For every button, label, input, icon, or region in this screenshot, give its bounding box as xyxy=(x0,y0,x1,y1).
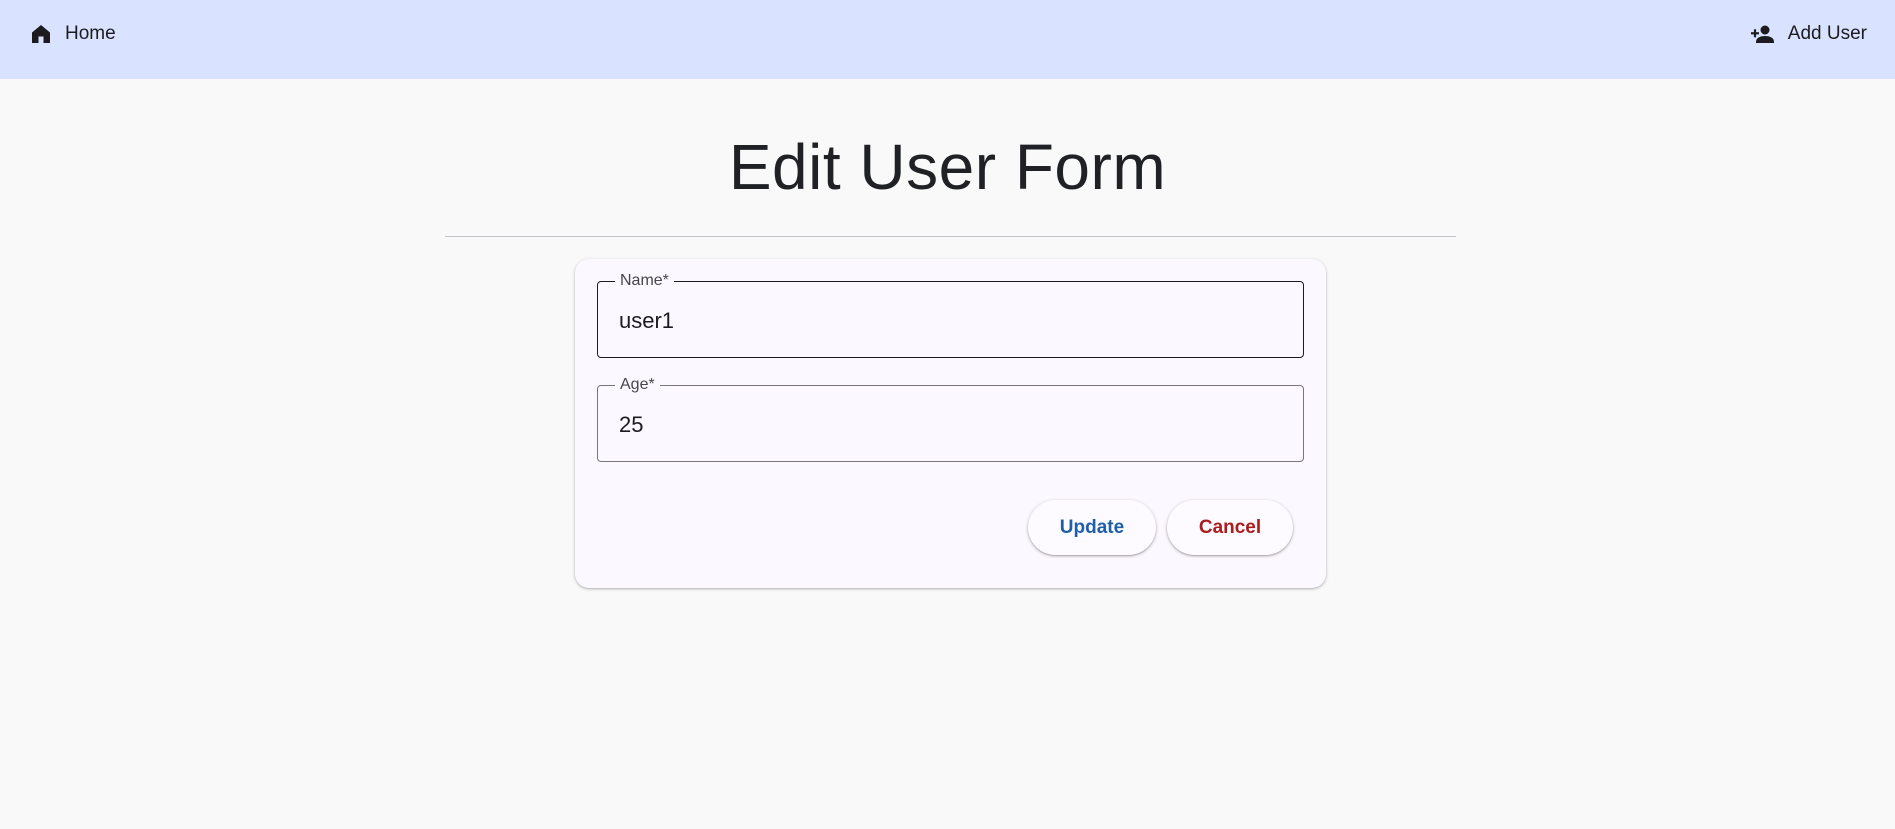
edit-user-card: Name* Age* Update Cancel xyxy=(575,259,1326,588)
update-button[interactable]: Update xyxy=(1028,500,1156,555)
add-user-label: Add User xyxy=(1787,23,1867,44)
top-app-bar: Home Add User xyxy=(0,0,1895,79)
home-icon xyxy=(29,22,53,46)
home-label: Home xyxy=(65,23,116,44)
age-field[interactable]: Age* xyxy=(597,376,1304,462)
divider xyxy=(445,236,1456,237)
person-add-icon xyxy=(1750,22,1776,46)
page-title: Edit User Form xyxy=(728,131,1167,203)
name-input[interactable] xyxy=(619,308,1279,334)
name-field-label: Name* xyxy=(615,272,674,290)
name-field[interactable]: Name* xyxy=(597,272,1304,358)
home-button[interactable]: Home xyxy=(29,19,116,49)
age-input[interactable] xyxy=(619,412,1279,438)
cancel-button[interactable]: Cancel xyxy=(1167,500,1293,555)
add-user-button[interactable]: Add User xyxy=(1750,19,1867,49)
age-field-label: Age* xyxy=(615,376,660,394)
